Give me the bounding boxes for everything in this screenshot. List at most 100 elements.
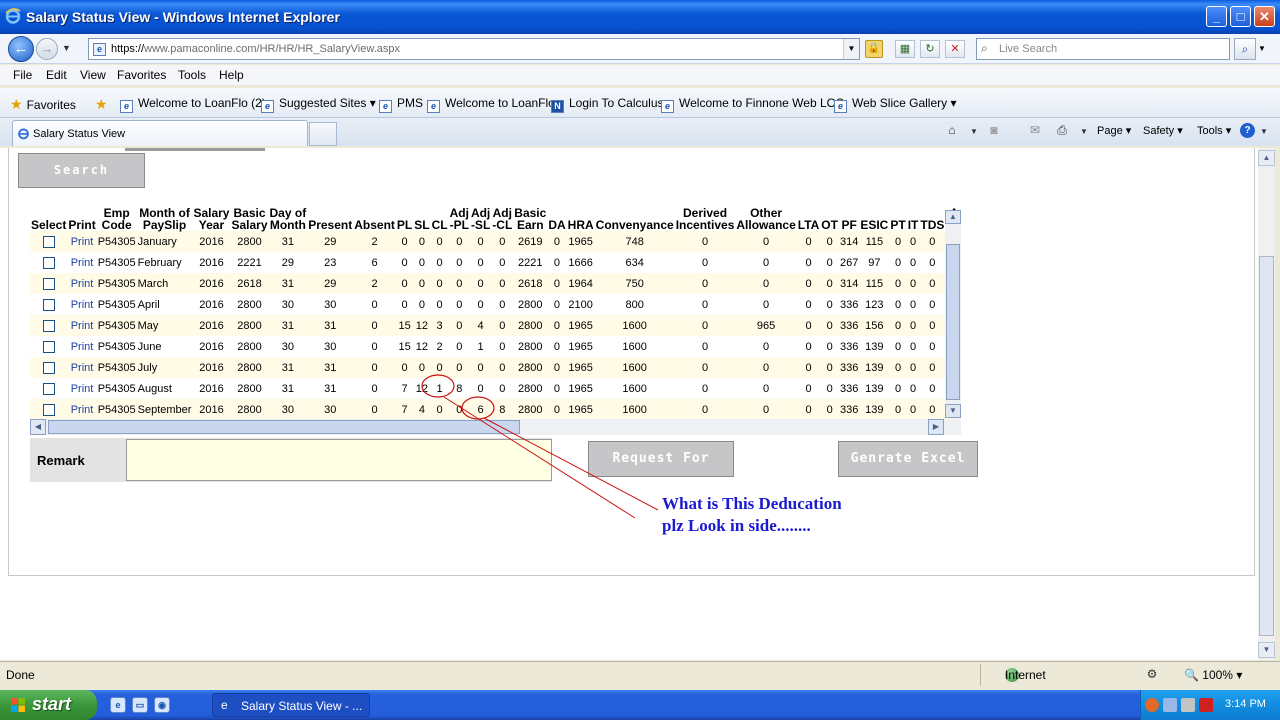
menu-view[interactable]: View bbox=[80, 68, 106, 82]
mail-icon[interactable]: ✉ bbox=[1027, 123, 1043, 138]
zoom-level[interactable]: 🔍 100% ▾ bbox=[1184, 668, 1242, 682]
url-dropdown-icon[interactable]: ▼ bbox=[843, 39, 859, 59]
scroll-up-icon[interactable]: ▲ bbox=[945, 210, 961, 224]
scroll-right-icon[interactable]: ▶ bbox=[928, 419, 944, 435]
network-icon[interactable] bbox=[1163, 698, 1177, 712]
tab-bar: Salary Status View ⌂ ▼ ◙ ✉ ⎙ ▼ Page ▾ Sa… bbox=[0, 118, 1280, 146]
url-input[interactable]: e https://www.pamaconline.com/HR/HR/HR_S… bbox=[88, 38, 860, 60]
print-link[interactable]: Print bbox=[67, 273, 97, 294]
search-options-dropdown-icon[interactable]: ▼ bbox=[1258, 44, 1266, 53]
print-link[interactable]: Print bbox=[67, 294, 97, 315]
column-header: Absent bbox=[354, 218, 395, 232]
refresh-icon[interactable]: ↻ bbox=[920, 40, 940, 58]
quicklaunch-ie-icon[interactable]: e bbox=[110, 697, 126, 713]
compatibility-view-icon[interactable]: ▦ bbox=[895, 40, 915, 58]
page-content: Search Select Print Emp Code Month of PaySlip… bbox=[0, 148, 1258, 660]
menu-edit[interactable]: Edit bbox=[46, 68, 67, 82]
forward-button[interactable]: → bbox=[36, 38, 58, 60]
back-button[interactable]: ← bbox=[8, 36, 34, 62]
print-dropdown-icon[interactable]: ▼ bbox=[1076, 127, 1092, 142]
favorites-button[interactable]: ★ Favorites bbox=[10, 96, 76, 113]
fav-item-loanflo[interactable]: e Welcome to LoanFlo bbox=[427, 96, 555, 113]
search-input[interactable]: ⌕ Live Search bbox=[976, 38, 1230, 60]
menu-help[interactable]: Help bbox=[219, 68, 244, 82]
grid-horizontal-scrollbar[interactable]: ◀ ▶ bbox=[30, 419, 944, 435]
print-link[interactable]: Print bbox=[67, 378, 97, 399]
salary-table: Select Print Emp Code Month of PaySlip Salary Y… bbox=[30, 206, 960, 420]
scroll-left-icon[interactable]: ◀ bbox=[30, 419, 46, 435]
safety-menu[interactable]: Safety ▾ bbox=[1143, 124, 1183, 137]
table-cell: 1965 bbox=[566, 399, 595, 420]
new-tab-button[interactable] bbox=[309, 122, 337, 146]
row-select-checkbox[interactable] bbox=[42, 319, 55, 332]
column-header: HRA bbox=[567, 218, 594, 232]
print-link[interactable]: Print bbox=[67, 231, 97, 252]
fav-item-calculus[interactable]: N Login To Calculus bbox=[551, 96, 664, 113]
maximize-button[interactable]: □ bbox=[1230, 6, 1251, 27]
close-button[interactable]: ✕ bbox=[1254, 6, 1275, 27]
start-button[interactable]: start bbox=[0, 690, 97, 720]
remark-input[interactable] bbox=[126, 439, 552, 481]
row-select-checkbox[interactable] bbox=[42, 382, 55, 395]
device-icon[interactable] bbox=[1181, 698, 1195, 712]
tools-menu[interactable]: Tools ▾ bbox=[1197, 124, 1231, 137]
add-favorite-icon[interactable]: ★ bbox=[95, 96, 112, 113]
row-select-checkbox[interactable] bbox=[42, 403, 55, 416]
request-for-print-button[interactable]: Request For Print bbox=[588, 441, 734, 500]
recent-pages-dropdown-icon[interactable]: ▼ bbox=[62, 43, 71, 53]
print-link[interactable]: Print bbox=[67, 357, 97, 378]
fav-item-loanflo-2[interactable]: e Welcome to LoanFlo (2) bbox=[120, 96, 266, 113]
row-select-checkbox[interactable] bbox=[42, 256, 55, 269]
scroll-thumb[interactable] bbox=[1259, 256, 1274, 636]
row-select-checkbox[interactable] bbox=[42, 298, 55, 311]
help-dropdown-icon[interactable]: ▼ bbox=[1256, 127, 1272, 142]
grid-vertical-scrollbar[interactable]: ▲ ▼ bbox=[945, 210, 961, 418]
tab-salary-status-view[interactable]: Salary Status View bbox=[12, 120, 308, 146]
search-go-button[interactable]: ⌕ bbox=[1234, 38, 1256, 60]
page-vertical-scrollbar[interactable]: ▲ ▼ bbox=[1258, 148, 1275, 660]
fav-item-finnone[interactable]: e Welcome to Finnone Web LOS bbox=[661, 96, 844, 113]
feeds-icon[interactable]: ◙ bbox=[986, 123, 1002, 138]
menu-favorites[interactable]: Favorites bbox=[117, 68, 166, 82]
fav-item-pms[interactable]: e PMS bbox=[379, 96, 423, 113]
menu-bar: File Edit View Favorites Tools Help bbox=[0, 65, 1280, 85]
row-select-checkbox[interactable] bbox=[42, 340, 55, 353]
page-menu[interactable]: Page ▾ bbox=[1097, 124, 1131, 137]
stop-icon[interactable]: ✕ bbox=[945, 40, 965, 58]
fav-item-web-slice-gallery[interactable]: e Web Slice Gallery ▾ bbox=[834, 96, 957, 113]
fav-item-suggested-sites[interactable]: e Suggested Sites ▾ bbox=[261, 96, 376, 113]
scroll-thumb[interactable] bbox=[946, 244, 960, 400]
row-select-checkbox[interactable] bbox=[42, 277, 55, 290]
print-icon[interactable]: ⎙ bbox=[1054, 123, 1070, 138]
print-link[interactable]: Print bbox=[67, 315, 97, 336]
antivirus-icon[interactable] bbox=[1199, 698, 1213, 712]
table-cell: P54305 bbox=[96, 357, 137, 378]
menu-file[interactable]: File bbox=[13, 68, 32, 82]
taskbar-window-button[interactable]: e Salary Status View - ... bbox=[212, 693, 370, 717]
help-icon[interactable]: ? bbox=[1240, 123, 1255, 138]
print-link[interactable]: Print bbox=[67, 399, 97, 420]
home-icon[interactable]: ⌂ bbox=[944, 123, 960, 138]
generate-excel-button[interactable]: Genrate Excel bbox=[838, 441, 978, 477]
tray-expand-icon[interactable] bbox=[1145, 698, 1159, 712]
protected-mode-icon[interactable]: ⚙ bbox=[1144, 667, 1160, 682]
home-dropdown-icon[interactable]: ▼ bbox=[966, 127, 982, 142]
quicklaunch-media-icon[interactable]: ◉ bbox=[154, 697, 170, 713]
table-cell: 0 bbox=[448, 336, 470, 357]
search-button[interactable]: Search bbox=[18, 148, 265, 188]
row-select-checkbox[interactable] bbox=[42, 235, 55, 248]
lock-icon[interactable]: 🔒 bbox=[865, 40, 883, 58]
security-zone[interactable]: Internet bbox=[980, 664, 1142, 686]
menu-tools[interactable]: Tools bbox=[178, 68, 206, 82]
print-link[interactable]: Print bbox=[67, 252, 97, 273]
scroll-up-icon[interactable]: ▲ bbox=[1258, 150, 1275, 166]
scroll-down-icon[interactable]: ▼ bbox=[1258, 642, 1275, 658]
minimize-button[interactable]: _ bbox=[1206, 6, 1227, 27]
quicklaunch-desktop-icon[interactable]: ▭ bbox=[132, 697, 148, 713]
scroll-thumb[interactable] bbox=[48, 420, 520, 434]
table-cell: 0 bbox=[430, 252, 449, 273]
table-cell: 6 bbox=[469, 399, 492, 420]
row-select-checkbox[interactable] bbox=[42, 361, 55, 374]
print-link[interactable]: Print bbox=[67, 336, 97, 357]
scroll-down-icon[interactable]: ▼ bbox=[945, 404, 961, 418]
